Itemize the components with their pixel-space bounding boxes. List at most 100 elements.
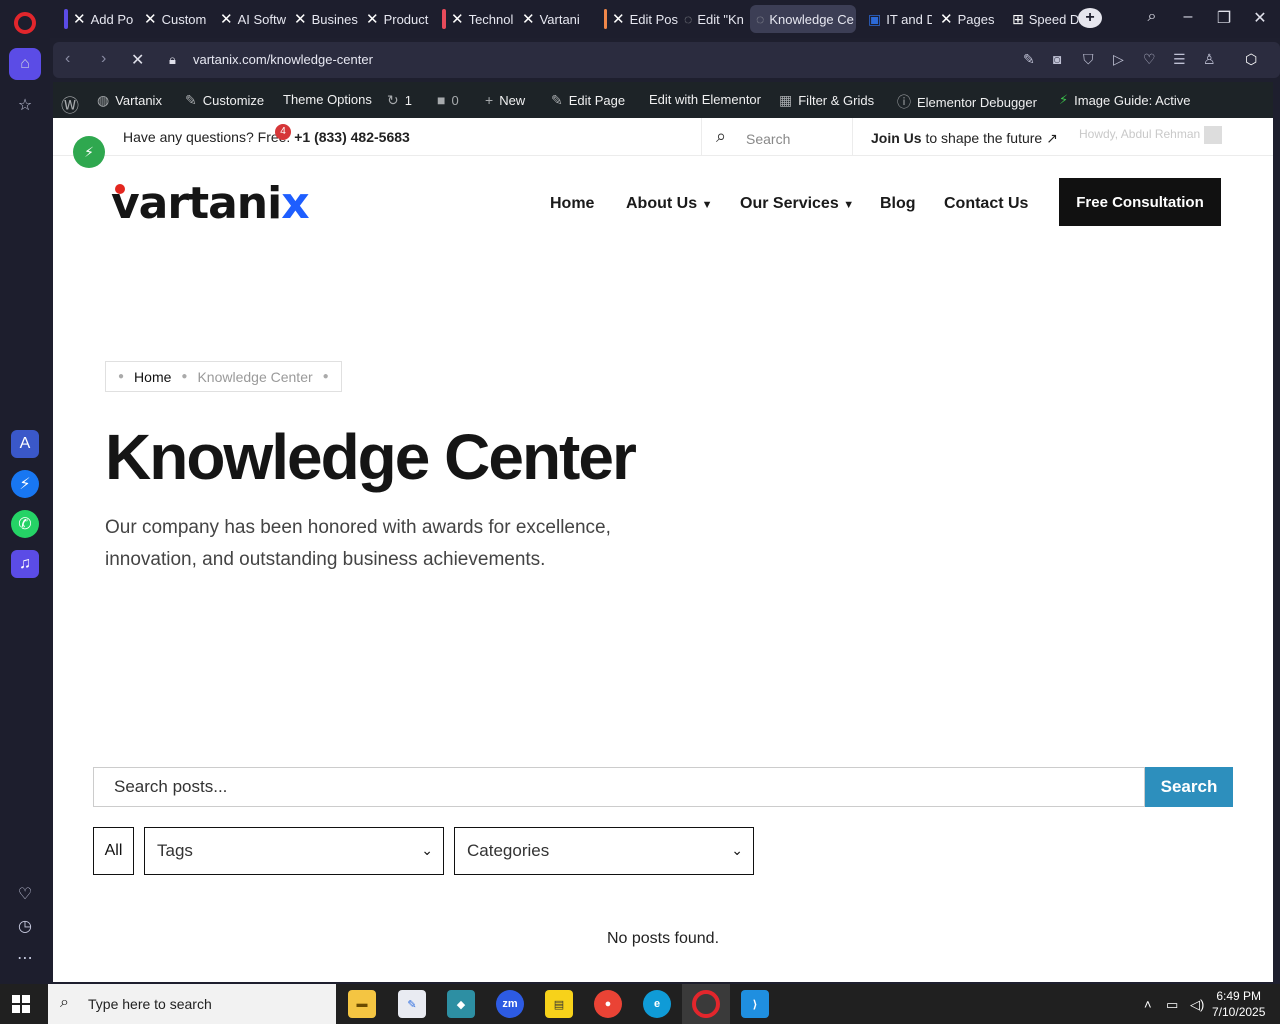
site-logo[interactable]: vartanix: [111, 178, 310, 229]
tab-knowledge-center[interactable]: ◌ Knowledge Ce: [750, 5, 856, 33]
tab-custom[interactable]: ✕ Custom: [138, 5, 210, 33]
join-us-link[interactable]: Join Us to shape the future ↗: [871, 130, 1058, 147]
system-clock[interactable]: 6:49 PM 7/10/2025: [1212, 988, 1265, 1020]
snapshot-camera-icon[interactable]: ◙: [1053, 51, 1061, 67]
stop-loading-icon[interactable]: ✕: [131, 50, 144, 70]
file-explorer-icon[interactable]: ▬: [348, 990, 376, 1018]
favorites-heart-icon[interactable]: ♡: [9, 878, 41, 910]
tab-edit-knowledge[interactable]: ◌ Edit "Kn: [678, 5, 748, 33]
wp-filter-grids[interactable]: ▦ Filter & Grids: [779, 92, 874, 109]
share-icon[interactable]: ✎: [1023, 51, 1035, 68]
filter-all-button[interactable]: All: [93, 827, 134, 875]
sticky-notes-icon[interactable]: ▤: [545, 990, 573, 1018]
speed-bolt-icon[interactable]: ⚡: [73, 136, 105, 168]
tab-ai-software[interactable]: ✕ AI Softw: [214, 5, 286, 33]
wp-howdy-user[interactable]: Howdy, Abdul Rehman: [1079, 126, 1222, 144]
tab-it-and[interactable]: ▣ IT and D: [862, 5, 932, 33]
breadcrumb-current: Knowledge Center: [197, 368, 313, 385]
tab-add-post[interactable]: ✕ Add Po: [58, 5, 136, 33]
wp-image-guide[interactable]: ⚡ Image Guide: Active: [1059, 92, 1190, 108]
wordpress-logo-icon[interactable]: Ⓦ: [61, 92, 79, 118]
history-clock-icon[interactable]: ◷: [9, 910, 41, 942]
wp-new[interactable]: + New: [485, 92, 525, 108]
tab-product[interactable]: ✕ Product: [360, 5, 432, 33]
profile-icon[interactable]: ♙: [1203, 51, 1216, 68]
easy-setup-icon[interactable]: ☰: [1173, 51, 1186, 68]
chevron-down-icon: ⌄: [421, 842, 433, 858]
chrome-icon[interactable]: ●: [594, 990, 622, 1018]
tray-chevron-up-icon[interactable]: ˄: [1144, 997, 1152, 1012]
nav-about-us[interactable]: About Us ▼: [626, 195, 712, 213]
zoom-app-icon[interactable]: zm: [496, 990, 524, 1018]
speed-dial-home-button[interactable]: ⌂: [9, 48, 41, 80]
whatsapp-icon[interactable]: ✆: [11, 510, 39, 538]
minimize-window-icon[interactable]: –: [1176, 8, 1200, 26]
music-player-icon[interactable]: ♫: [11, 550, 39, 578]
paint-app-icon[interactable]: ✎: [398, 990, 426, 1018]
chevron-down-icon: ▼: [701, 199, 713, 211]
opera-icon[interactable]: [692, 990, 720, 1018]
plus-icon: +: [485, 92, 494, 108]
address-bar: ‹ › ✕ 🔒︎ vartanix.com/knowledge-center ✎…: [53, 42, 1280, 78]
tab-speed-dial[interactable]: ⊞ Speed D: [1006, 5, 1078, 33]
back-arrow-icon[interactable]: ‹: [65, 50, 70, 68]
bookmarks-star-icon[interactable]: ☆: [9, 89, 41, 121]
wp-edit-page[interactable]: ✎ Edit Page: [551, 92, 625, 109]
tags-dropdown[interactable]: Tags ⌄: [144, 827, 444, 875]
player-play-icon[interactable]: ▷: [1113, 51, 1124, 68]
tab-pages[interactable]: ✕ Pages: [934, 5, 1004, 33]
categories-dropdown[interactable]: Categories ⌄: [454, 827, 754, 875]
dashboard-icon: ◍: [97, 92, 110, 108]
taskbar-search[interactable]: ⌕ Type here to search: [48, 984, 336, 1024]
windows-start-icon[interactable]: [12, 995, 30, 1013]
wp-theme-options[interactable]: Theme Options: [283, 92, 372, 107]
notification-badge: 4: [275, 124, 291, 140]
messenger-icon[interactable]: ⚡: [11, 470, 39, 498]
free-consultation-button[interactable]: Free Consultation: [1059, 178, 1221, 226]
aria-app-icon[interactable]: A: [11, 430, 39, 458]
wp-elementor-debugger[interactable]: ⓘ Elementor Debugger: [897, 92, 1037, 112]
nav-our-services[interactable]: Our Services ▼: [740, 195, 854, 213]
network-icon[interactable]: ▭: [1166, 997, 1178, 1013]
forward-arrow-icon[interactable]: ›: [101, 50, 106, 68]
more-options-icon[interactable]: ⋯: [9, 942, 41, 974]
wp-site-name[interactable]: ◍ Vartanix: [97, 92, 162, 109]
tab-technology[interactable]: ✕ Technol: [436, 5, 514, 33]
wp-updates[interactable]: ↻ 1: [387, 92, 412, 109]
restore-window-icon[interactable]: ❐: [1212, 8, 1236, 28]
extensions-cube-icon[interactable]: ⬡: [1245, 51, 1257, 68]
search-posts-input[interactable]: [93, 767, 1145, 807]
nav-contact-us[interactable]: Contact Us: [944, 195, 1028, 213]
phone-number[interactable]: +1 (833) 482-5683: [294, 129, 410, 145]
app-diamond-icon[interactable]: ◆: [447, 990, 475, 1018]
nav-home[interactable]: Home: [550, 195, 594, 213]
favorites-heart-icon[interactable]: ♡: [1143, 51, 1156, 68]
vpn-shield-icon[interactable]: ⛉: [1083, 51, 1094, 68]
tab-search-icon[interactable]: ⌕: [1140, 8, 1164, 26]
contact-question: Have any questions? Free: +1 (833) 482-5…: [123, 129, 410, 145]
vscode-icon[interactable]: ⟩: [741, 990, 769, 1018]
wp-customize[interactable]: ✎ Customize: [185, 92, 264, 109]
url-field[interactable]: vartanix.com/knowledge-center: [193, 52, 373, 67]
wp-edit-with-elementor[interactable]: Edit with Elementor: [649, 92, 761, 107]
close-window-icon[interactable]: ✕: [1248, 8, 1272, 28]
lock-icon[interactable]: 🔒︎: [169, 52, 176, 68]
avatar: [1203, 126, 1222, 144]
nav-blog[interactable]: Blog: [880, 195, 916, 213]
new-tab-plus-icon[interactable]: +: [1078, 8, 1102, 28]
brush-icon: ✎: [185, 92, 197, 108]
edge-icon[interactable]: e: [643, 990, 671, 1018]
opera-logo-icon[interactable]: [14, 12, 36, 34]
empty-state-message: No posts found.: [606, 930, 720, 947]
tab-vartanix[interactable]: ✕ Vartani: [516, 5, 588, 33]
volume-icon[interactable]: ◁): [1190, 997, 1204, 1013]
tab-business[interactable]: ✕ Busines: [288, 5, 358, 33]
search-button[interactable]: Search: [1145, 767, 1233, 807]
wp-comments[interactable]: ■ 0: [437, 92, 459, 108]
header-search[interactable]: ⌕ Search: [701, 118, 853, 156]
wp-admin-bar: Ⓦ ◍ Vartanix ✎ Customize Theme Options ↻ 1 …: [53, 82, 1273, 118]
page-intro: Our company has been honored with awards…: [105, 517, 611, 570]
opera-sidebar: ⌂ ☆ A ⚡ ✆ ♫ ♡ ◷ ⋯: [0, 0, 50, 984]
tab-edit-post[interactable]: ✕ Edit Pos: [598, 5, 678, 33]
breadcrumb-home[interactable]: Home: [134, 369, 171, 385]
